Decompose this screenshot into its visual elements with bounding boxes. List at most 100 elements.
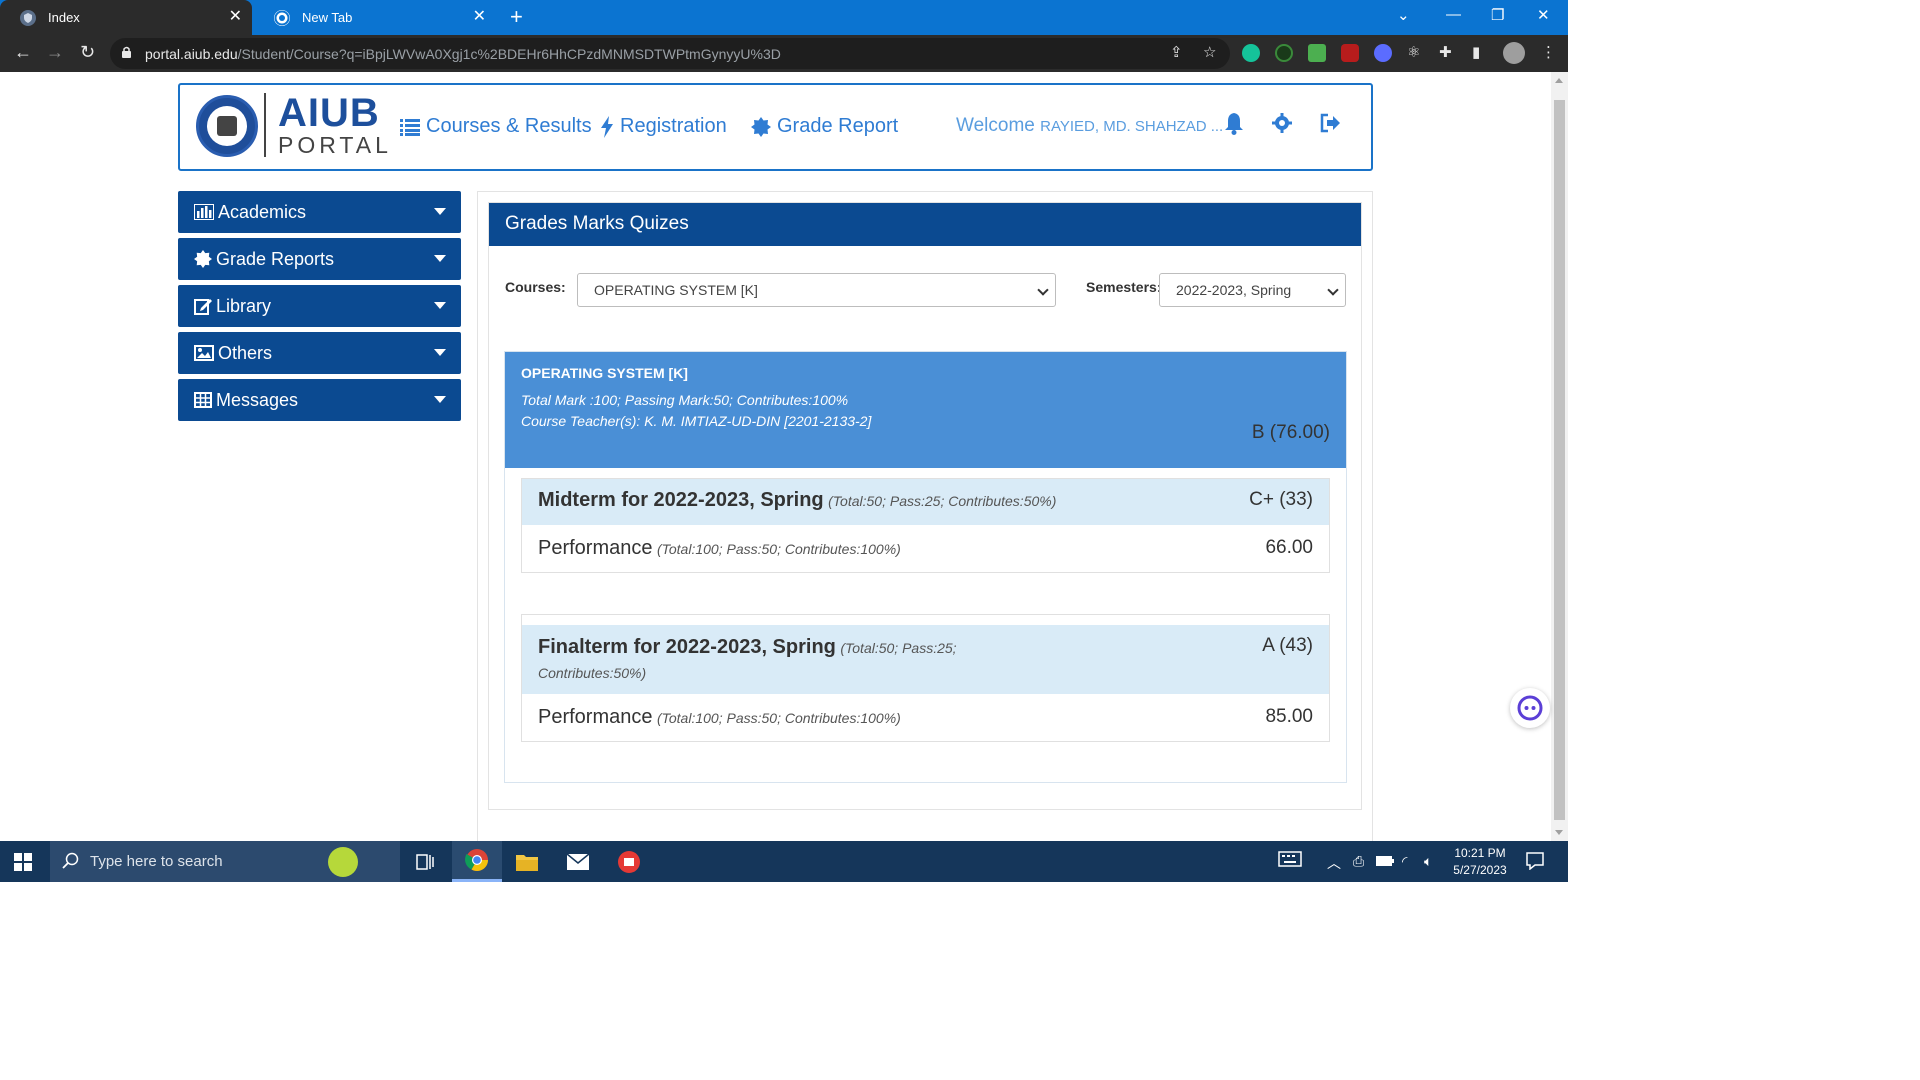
row-value: 85.00 <box>1265 706 1313 727</box>
bookmark-star-icon[interactable]: ☆ <box>1203 43 1216 61</box>
logo-subtitle[interactable]: PORTAL <box>278 133 392 157</box>
clock-time: 10:21 PM <box>1454 846 1506 860</box>
table-icon <box>194 392 212 408</box>
kebab-menu-icon[interactable]: ⋮ <box>1541 43 1556 61</box>
sidebar-item-messages[interactable]: Messages <box>178 379 461 421</box>
grades-card: Grades Marks Quizes Courses: OPERATING S… <box>488 202 1362 810</box>
reload-icon[interactable]: ↻ <box>80 42 95 62</box>
caret-down-icon <box>434 302 446 309</box>
university-seal-logo[interactable] <box>196 95 258 157</box>
close-window-icon[interactable]: ✕ <box>1537 6 1550 24</box>
term-title: Finalterm for 2022-2023, Spring <box>538 636 836 658</box>
certificate-icon <box>194 250 212 268</box>
sidebar-item-others[interactable]: Others <box>178 332 461 374</box>
logout-icon[interactable] <box>1320 113 1342 138</box>
profile-avatar[interactable] <box>1503 42 1525 64</box>
portal-header: AIUB PORTAL Courses & Results Registrati… <box>178 83 1373 171</box>
courses-select[interactable]: OPERATING SYSTEM [K] <box>577 273 1056 307</box>
course-title: OPERATING SYSTEM [K] <box>521 365 688 381</box>
term-grade: C+ (33) <box>1249 489 1313 510</box>
tab-search-chevron-icon[interactable]: ⌄ <box>1397 6 1410 24</box>
nav-registration[interactable]: Registration <box>600 115 727 138</box>
term-row: Performance (Total:100; Pass:50; Contrib… <box>522 694 1329 741</box>
scroll-down-icon[interactable] <box>1555 830 1563 835</box>
taskbar-clock[interactable]: 10:21 PM 5/27/2023 <box>1440 845 1520 879</box>
certificate-icon <box>751 116 771 137</box>
forward-arrow-icon[interactable]: → <box>46 42 64 62</box>
search-icon <box>62 852 80 875</box>
course-summary-header: OPERATING SYSTEM [K] Total Mark :100; Pa… <box>505 352 1346 468</box>
tab-index[interactable]: Index ✕ <box>0 0 252 35</box>
address-bar[interactable]: portal.aiub.edu/Student/Course?q=iBpjLWV… <box>110 38 1230 69</box>
download-extension-icon[interactable] <box>1275 44 1293 62</box>
caret-down-icon <box>434 255 446 262</box>
react-extension-icon[interactable]: ⚛ <box>1407 43 1420 61</box>
restore-icon[interactable]: ❐ <box>1491 6 1504 24</box>
app-red-icon[interactable] <box>604 841 654 882</box>
course-marks-info: Total Mark :100; Passing Mark:50; Contri… <box>521 392 849 408</box>
caret-down-icon <box>434 349 446 356</box>
nav-grade-report[interactable]: Grade Report <box>751 115 898 138</box>
chevron-down-icon <box>1037 284 1049 296</box>
puzzle-extensions-icon[interactable]: ✚ <box>1439 43 1452 61</box>
wifi-icon[interactable]: ◜ <box>1402 853 1407 870</box>
tab-title: Index <box>48 10 80 25</box>
list-icon <box>400 118 420 136</box>
bot-extension-icon[interactable] <box>1374 44 1392 62</box>
row-meta: (Total:100; Pass:50; Contributes:100%) <box>656 710 901 726</box>
course-grade: B (76.00) <box>1251 422 1330 443</box>
close-tab-icon[interactable]: ✕ <box>229 8 242 26</box>
bell-icon[interactable] <box>1224 113 1244 140</box>
close-tab-icon[interactable]: ✕ <box>473 8 486 26</box>
meet-now-icon[interactable]: ⎙ <box>1353 853 1364 870</box>
side-panel-icon[interactable]: ▮ <box>1472 43 1480 61</box>
sidebar-item-academics[interactable]: Academics <box>178 191 461 233</box>
browser-toolbar: ← → ↻ portal.aiub.edu/Student/Course?q=i… <box>0 35 1568 72</box>
semesters-select[interactable]: 2022-2023, Spring <box>1159 273 1346 307</box>
gear-icon[interactable] <box>1272 113 1292 138</box>
term-row: Performance (Total:100; Pass:50; Contrib… <box>522 525 1329 572</box>
new-tab-plus-icon[interactable]: + <box>510 5 523 29</box>
notification-center-icon[interactable] <box>1526 852 1544 873</box>
grammarly-extension-icon[interactable] <box>1242 44 1260 62</box>
tab-new-tab[interactable]: New Tab ✕ <box>254 0 496 35</box>
file-explorer-icon[interactable] <box>502 841 552 882</box>
browser-tab-strip: Index ✕ New Tab ✕ + ⌄ — ❐ ✕ <box>0 0 1568 35</box>
windows-start-icon[interactable] <box>14 853 32 876</box>
battery-icon[interactable] <box>1376 853 1394 869</box>
task-view-icon[interactable] <box>400 841 450 882</box>
courses-label: Courses: <box>505 279 566 295</box>
scroll-up-icon[interactable] <box>1555 78 1563 83</box>
term-grade: A (43) <box>1262 635 1313 656</box>
row-value: 66.00 <box>1265 537 1313 558</box>
share-icon[interactable]: ⇪ <box>1170 43 1183 61</box>
tennis-ball-doodle-icon <box>328 847 358 877</box>
caret-down-icon <box>434 208 446 215</box>
term-title: Midterm for 2022-2023, Spring <box>538 489 824 511</box>
welcome-user-text[interactable]: Welcome RAYIED, MD. SHAHZAD ... <box>956 115 1223 137</box>
course-teacher: Course Teacher(s): K. M. IMTIAZ-UD-DIN [… <box>521 413 872 429</box>
logo-title[interactable]: AIUB <box>278 93 380 133</box>
volume-icon[interactable]: 🔈︎ <box>1424 853 1432 870</box>
url-text: portal.aiub.edu/Student/Course?q=iBpjLWV… <box>145 46 781 62</box>
row-title: Performance <box>538 537 653 559</box>
ublock-extension-icon[interactable] <box>1341 44 1359 62</box>
bar-chart-icon <box>194 204 214 220</box>
scrollbar-thumb[interactable] <box>1554 100 1565 820</box>
tray-chevron-up-icon[interactable]: ︿ <box>1327 853 1341 873</box>
chat-assistant-button[interactable] <box>1510 688 1550 728</box>
sidebar-item-library[interactable]: Library <box>178 285 461 327</box>
minimize-icon[interactable]: — <box>1446 6 1461 23</box>
chrome-taskbar-icon[interactable] <box>452 841 502 882</box>
row-meta: (Total:100; Pass:50; Contributes:100%) <box>656 541 901 557</box>
mail-icon[interactable] <box>553 841 603 882</box>
taskbar-search-box[interactable]: Type here to search <box>50 841 400 882</box>
page-scrollbar[interactable] <box>1551 72 1568 841</box>
back-arrow-icon[interactable]: ← <box>14 42 32 62</box>
keyboard-layout-icon[interactable] <box>1278 851 1302 870</box>
sidebar-item-grade-reports[interactable]: Grade Reports <box>178 238 461 280</box>
nav-courses-results[interactable]: Courses & Results <box>400 115 592 138</box>
chrome-favicon-icon <box>274 9 290 26</box>
term-header: Finalterm for 2022-2023, Spring (Total:5… <box>522 625 1329 694</box>
translate-extension-icon[interactable] <box>1308 44 1326 62</box>
